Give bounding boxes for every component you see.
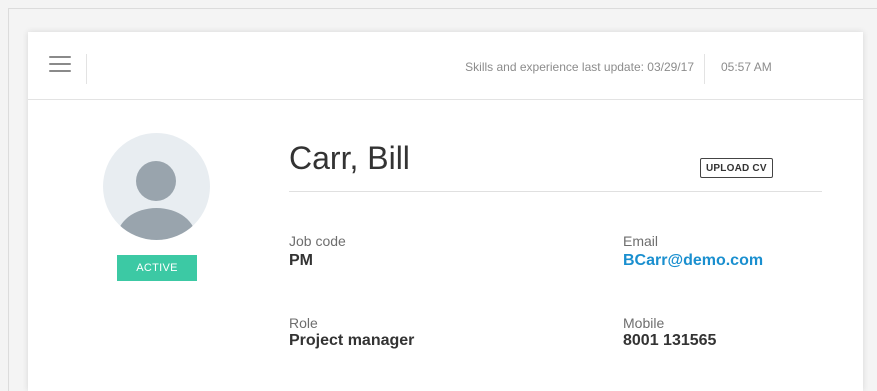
menu-line bbox=[49, 70, 71, 72]
role-label: Role bbox=[289, 315, 318, 331]
card-header: Skills and experience last update: 03/29… bbox=[28, 32, 863, 100]
status-badge: ACTIVE bbox=[117, 255, 197, 281]
profile-name: Carr, Bill bbox=[289, 140, 410, 176]
avatar-head bbox=[136, 161, 176, 201]
name-divider bbox=[289, 191, 822, 192]
email-link[interactable]: BCarr@demo.com bbox=[623, 252, 763, 270]
role-value: Project manager bbox=[289, 332, 415, 349]
header-divider bbox=[704, 54, 705, 84]
profile-card: Skills and experience last update: 03/29… bbox=[28, 32, 863, 391]
mobile-label: Mobile bbox=[623, 315, 665, 331]
job-code-value: PM bbox=[289, 252, 313, 269]
mobile-value: 8001 131565 bbox=[623, 332, 717, 349]
header-divider bbox=[86, 54, 87, 84]
hamburger-menu-icon[interactable] bbox=[49, 56, 71, 74]
person-placeholder-icon bbox=[103, 133, 210, 240]
avatar-body bbox=[117, 208, 196, 240]
time-text: 05:57 AM bbox=[721, 60, 772, 74]
upload-cv-button[interactable]: UPLOAD CV bbox=[700, 158, 773, 178]
last-update-text: Skills and experience last update: 03/29… bbox=[465, 60, 694, 74]
job-code-label: Job code bbox=[289, 233, 346, 249]
menu-line bbox=[49, 56, 71, 58]
email-label: Email bbox=[623, 233, 659, 249]
menu-line bbox=[49, 63, 71, 65]
